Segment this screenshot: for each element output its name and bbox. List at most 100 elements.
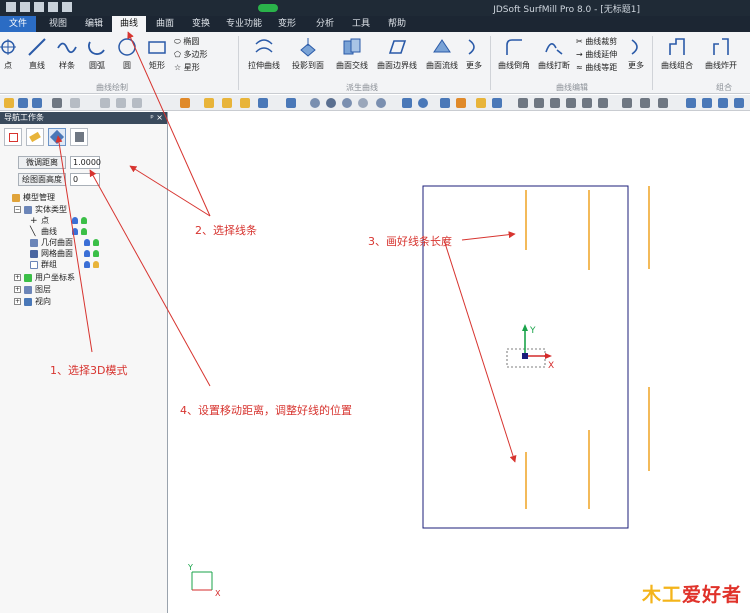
line-button[interactable]: 直线	[24, 36, 50, 71]
view-front-icon[interactable]	[222, 98, 232, 108]
panel-tab-4[interactable]	[70, 128, 88, 146]
tree-item-group[interactable]: 群组	[30, 259, 99, 270]
curve-trim-button[interactable]: ✂ 曲线裁剪	[576, 36, 617, 47]
coordinate-icon[interactable]	[286, 98, 296, 108]
zoom-6-icon[interactable]	[598, 98, 608, 108]
tree-item-mesh-surface[interactable]: 网格曲面	[30, 248, 99, 259]
zoom-3-icon[interactable]	[550, 98, 560, 108]
render-3-icon[interactable]	[440, 98, 450, 108]
tree-user-coordinate[interactable]: + 用户坐标系	[14, 272, 75, 283]
view-a-icon[interactable]	[686, 98, 696, 108]
surface-boundary-button[interactable]: 曲面边界线	[374, 36, 420, 71]
new-icon[interactable]	[18, 98, 28, 108]
derive-more-button[interactable]: 更多	[462, 36, 486, 71]
save-icon[interactable]	[34, 2, 44, 12]
plane-height-input[interactable]: 0	[70, 173, 100, 186]
tab-curve[interactable]: 曲线	[112, 16, 146, 32]
zoom-2-icon[interactable]	[534, 98, 544, 108]
panel-tab-3d-mode[interactable]	[48, 128, 66, 146]
view-d-icon[interactable]	[734, 98, 744, 108]
curve-explode-button[interactable]: 曲线炸开	[700, 36, 742, 71]
shade-mode-5-icon[interactable]	[376, 98, 386, 108]
curve-combine-button[interactable]: 曲线组合	[656, 36, 698, 71]
undo-icon[interactable]	[52, 98, 62, 108]
zoom-1-icon[interactable]	[518, 98, 528, 108]
render-2-icon[interactable]	[418, 98, 428, 108]
visibility-bulb-icon[interactable]	[84, 261, 90, 268]
tree-views[interactable]: + 视向	[14, 296, 51, 307]
surface-flowline-button[interactable]: 曲面流线	[422, 36, 462, 71]
visibility-bulb-icon[interactable]	[72, 217, 78, 224]
extrude-curve-button[interactable]: 拉伸曲线	[244, 36, 284, 71]
view-iso-icon[interactable]	[258, 98, 268, 108]
tab-analysis[interactable]: 分析	[308, 16, 342, 32]
tree-entity-types[interactable]: − 实体类型	[14, 204, 67, 215]
view-orient-icon[interactable]	[658, 98, 668, 108]
curve-extend-button[interactable]: → 曲线延伸	[576, 49, 617, 60]
visibility-bulb-icon[interactable]	[84, 239, 90, 246]
tab-tools[interactable]: 工具	[344, 16, 378, 32]
expand-icon[interactable]: +	[14, 298, 21, 305]
expand-icon[interactable]: +	[14, 286, 21, 293]
shade-mode-3-icon[interactable]	[342, 98, 352, 108]
new-file-icon[interactable]	[6, 2, 16, 12]
star-button[interactable]: ☆ 星形	[174, 62, 200, 73]
snap-icon[interactable]	[476, 98, 486, 108]
select-bulb-icon[interactable]	[81, 217, 87, 224]
render-4-icon[interactable]	[456, 98, 466, 108]
edit-more-button[interactable]: 更多	[626, 36, 646, 71]
curve-chamfer-button[interactable]: 曲线倒角	[494, 36, 534, 71]
mode-toggle[interactable]	[258, 4, 278, 12]
cut-icon[interactable]	[100, 98, 110, 108]
surface-intersection-button[interactable]: 曲面交线	[332, 36, 372, 71]
ellipse-button[interactable]: ⬭ 椭圆	[174, 36, 199, 47]
curve-offset-button[interactable]: ≈ 曲线等距	[576, 62, 617, 73]
circle-button[interactable]: 圆	[114, 36, 140, 71]
panel-tab-1[interactable]	[4, 128, 22, 146]
tree-item-curve[interactable]: ╲ 曲线	[30, 226, 87, 237]
visibility-bulb-icon[interactable]	[72, 228, 78, 235]
expand-icon[interactable]: +	[14, 274, 21, 281]
print-icon[interactable]	[48, 2, 58, 12]
paste-icon[interactable]	[132, 98, 142, 108]
plane-height-label[interactable]: 绘图面高度	[18, 173, 66, 186]
tab-edit[interactable]: 编辑	[76, 16, 112, 32]
redo-icon[interactable]	[70, 98, 80, 108]
pan-icon[interactable]	[622, 98, 632, 108]
select-bulb-icon[interactable]	[93, 261, 99, 268]
zoom-5-icon[interactable]	[582, 98, 592, 108]
copy-icon[interactable]	[116, 98, 126, 108]
panel-tab-2[interactable]	[26, 128, 44, 146]
view-box-icon[interactable]	[204, 98, 214, 108]
tab-special[interactable]: 专业功能	[222, 16, 266, 32]
tools-icon[interactable]	[62, 2, 72, 12]
3d-mode-icon[interactable]	[180, 98, 190, 108]
tree-item-point[interactable]: + 点	[30, 215, 87, 226]
tab-view[interactable]: 视图	[40, 16, 76, 32]
collapse-icon[interactable]: −	[14, 206, 21, 213]
select-bulb-icon[interactable]	[81, 228, 87, 235]
shade-mode-2-icon[interactable]	[326, 98, 336, 108]
visibility-bulb-icon[interactable]	[84, 250, 90, 257]
open-file-icon[interactable]	[20, 2, 30, 12]
shade-mode-1-icon[interactable]	[310, 98, 320, 108]
zoom-4-icon[interactable]	[566, 98, 576, 108]
select-bulb-icon[interactable]	[93, 239, 99, 246]
nudge-distance-label[interactable]: 微调距离	[18, 156, 66, 169]
curve-break-button[interactable]: 曲线打断	[534, 36, 574, 71]
canvas[interactable]: Y X Y X	[170, 112, 750, 613]
save-icon[interactable]	[32, 98, 42, 108]
polygon-button[interactable]: ⬠ 多边形	[174, 49, 208, 60]
view-c-icon[interactable]	[718, 98, 728, 108]
panel-pin-close[interactable]: ᵖ ×	[150, 112, 163, 124]
grid-icon[interactable]	[492, 98, 502, 108]
view-b-icon[interactable]	[702, 98, 712, 108]
tree-item-geometric-surface[interactable]: 几何曲面	[30, 237, 99, 248]
tree-layers[interactable]: + 图层	[14, 284, 51, 295]
tab-transform[interactable]: 变换	[184, 16, 218, 32]
shade-mode-4-icon[interactable]	[358, 98, 368, 108]
render-1-icon[interactable]	[402, 98, 412, 108]
tree-root[interactable]: 模型管理	[12, 192, 55, 203]
menu-file[interactable]: 文件	[0, 16, 36, 32]
tab-help[interactable]: 帮助	[380, 16, 414, 32]
